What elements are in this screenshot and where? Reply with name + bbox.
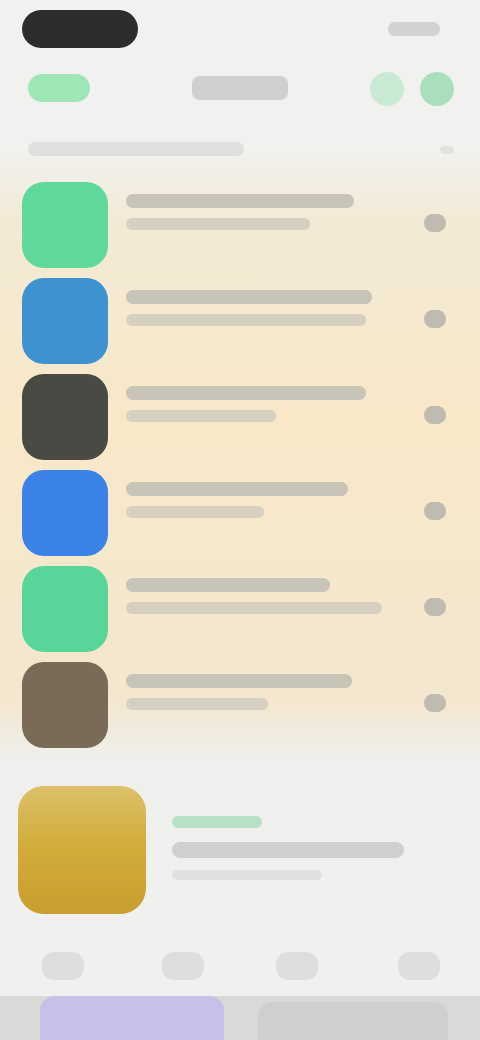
list-item[interactable] — [0, 464, 480, 560]
app-icon — [22, 566, 108, 652]
dock-button[interactable] — [258, 1002, 448, 1040]
list-item[interactable] — [0, 368, 480, 464]
promo-tag — [172, 816, 262, 828]
list-item-action-icon[interactable] — [424, 502, 446, 520]
tab-item[interactable] — [42, 952, 84, 980]
list-item[interactable] — [0, 272, 480, 368]
list-item-title — [126, 194, 354, 208]
promo-subtitle — [172, 870, 322, 880]
list-item-title — [126, 386, 366, 400]
promo-title[interactable] — [172, 842, 404, 858]
app-icon — [22, 278, 108, 364]
app-icon — [22, 374, 108, 460]
list-item-action-icon[interactable] — [424, 598, 446, 616]
list-item-subtitle — [126, 218, 310, 230]
tab-item[interactable] — [162, 952, 204, 980]
list-item[interactable] — [0, 176, 480, 272]
header-action-icon[interactable] — [370, 72, 404, 106]
list-item-action-icon[interactable] — [424, 694, 446, 712]
list-item-title — [126, 578, 330, 592]
list-item[interactable] — [0, 656, 480, 752]
promo-app-icon[interactable] — [18, 786, 146, 914]
section-chevron-icon[interactable] — [440, 146, 454, 154]
header-action-icon[interactable] — [420, 72, 454, 106]
list-item-subtitle — [126, 602, 382, 614]
list-item-title — [126, 290, 372, 304]
list-item-subtitle — [126, 314, 366, 326]
dock-button[interactable] — [40, 996, 224, 1040]
list-item-subtitle — [126, 698, 268, 710]
app-screen — [0, 0, 480, 1040]
page-title — [192, 76, 288, 100]
app-icon — [22, 662, 108, 748]
list-item-action-icon[interactable] — [424, 406, 446, 424]
section-header — [28, 142, 244, 156]
status-bar-indicators — [388, 22, 440, 36]
tab-item[interactable] — [398, 952, 440, 980]
list-item[interactable] — [0, 560, 480, 656]
list-item-action-icon[interactable] — [424, 310, 446, 328]
list-item-subtitle — [126, 410, 276, 422]
back-button[interactable] — [28, 74, 90, 102]
tab-item[interactable] — [276, 952, 318, 980]
list-item-subtitle — [126, 506, 264, 518]
list-item-action-icon[interactable] — [424, 214, 446, 232]
list-item-title — [126, 674, 352, 688]
list-item-title — [126, 482, 348, 496]
app-icon — [22, 182, 108, 268]
app-icon — [22, 470, 108, 556]
status-bar-pill — [22, 10, 138, 48]
